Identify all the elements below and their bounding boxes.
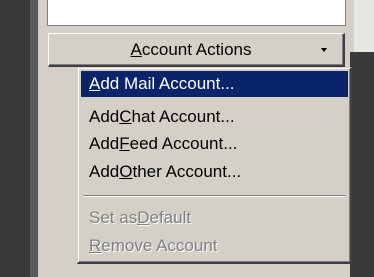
menu-item-add-other-account[interactable]: Add Other Account... <box>81 159 348 185</box>
menu-item-add-chat-account[interactable]: Add Chat Account... <box>81 104 348 130</box>
background-light-edge <box>354 0 374 52</box>
account-actions-label: Account Actions <box>130 39 252 59</box>
menu-item-remove-account: Remove Account <box>89 236 218 255</box>
account-actions-button[interactable]: Account Actions <box>48 33 345 67</box>
dropdown-arrow-icon <box>321 48 327 52</box>
menu-item-add-mail-account[interactable]: Add Mail Account... <box>81 71 348 97</box>
account-actions-menu: Add Mail Account... Add Chat Account... … <box>77 67 352 264</box>
menu-item-set-as-default: Set as Default <box>89 208 192 227</box>
menu-item-add-feed-account[interactable]: Add Feed Account... <box>81 131 348 157</box>
menu-separator <box>83 195 346 197</box>
background-dark-right <box>350 52 374 277</box>
background-dark-left <box>0 0 30 277</box>
background-shade <box>30 0 38 277</box>
account-list-panel[interactable] <box>47 0 346 26</box>
